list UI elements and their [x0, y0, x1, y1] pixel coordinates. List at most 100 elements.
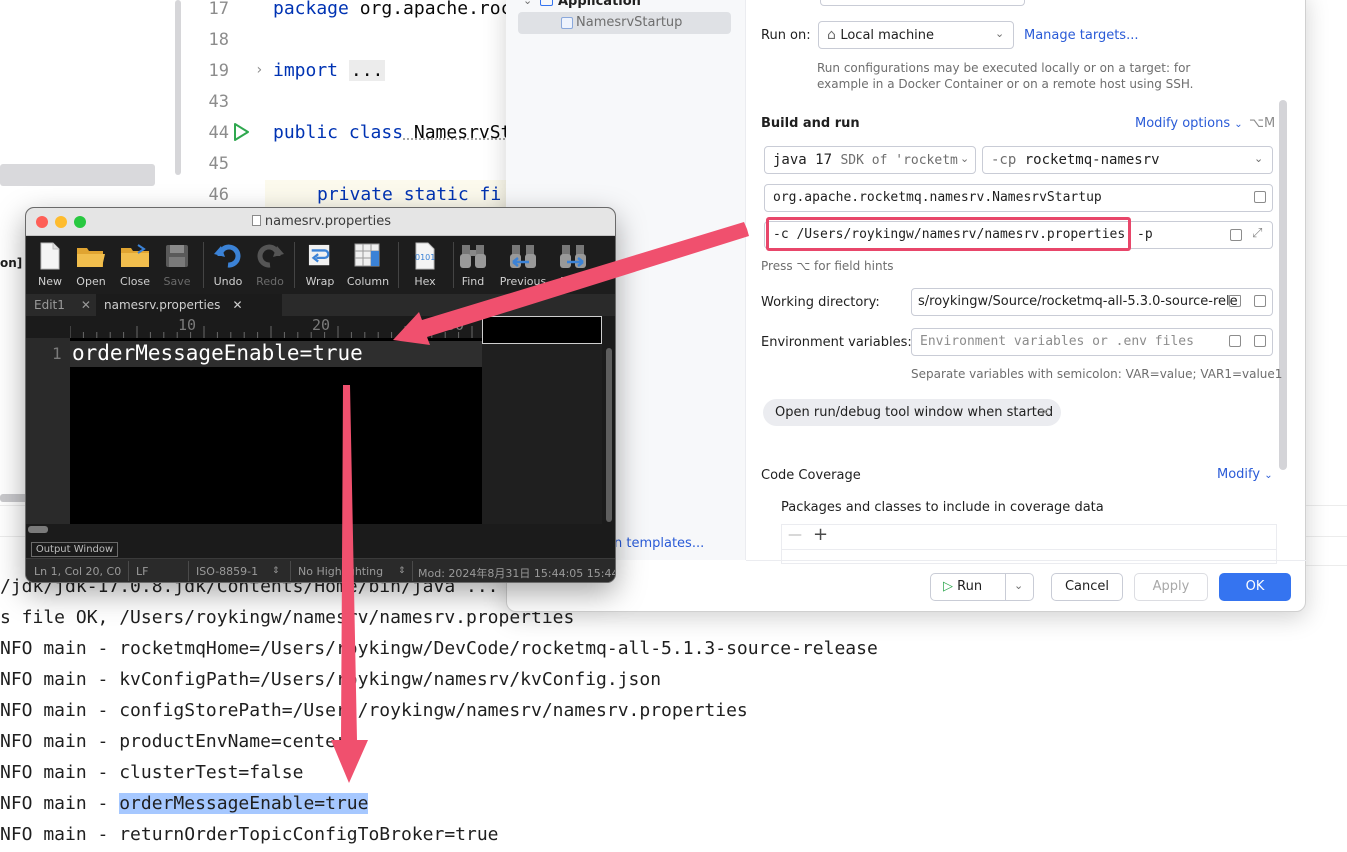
find-button[interactable]: Find	[451, 236, 495, 294]
highlighting-stepper-icon[interactable]: ⇕	[398, 566, 406, 576]
ok-button[interactable]: OK	[1219, 573, 1291, 601]
undo-label: Undo	[213, 275, 243, 288]
environment-variables-hint: Separate variables with semicolon: VAR=v…	[911, 367, 1283, 381]
find-previous-button[interactable]: Previous	[500, 236, 546, 294]
chevron-down-icon[interactable]: ⌄	[1014, 579, 1023, 592]
horizontal-scrollbar[interactable]	[28, 526, 48, 533]
expand-text-icon[interactable]	[1254, 295, 1266, 307]
find-next-button[interactable]: Next	[551, 236, 595, 294]
classpath-select[interactable]: -cp rocketmq-namesrv	[982, 146, 1273, 174]
console-line: NFO main - returnOrderTopicConfigToBroke…	[0, 824, 499, 845]
code-coverage-title: Code Coverage	[761, 468, 861, 483]
syntax-highlighting[interactable]: No Highlighting	[298, 565, 383, 578]
ruler-label: 30	[446, 316, 465, 334]
dialog-scrollbar[interactable]	[1279, 100, 1287, 470]
hex-button[interactable]: 0101 Hex	[403, 236, 447, 294]
chevron-down-icon: ⌄	[1264, 470, 1273, 481]
run-button-label: Run	[957, 579, 983, 594]
tab-namesrv-properties[interactable]: namesrv.properties ✕	[96, 294, 282, 316]
column-label: Column	[346, 275, 390, 288]
expand-text-icon[interactable]	[1230, 229, 1242, 241]
coverage-packages-list[interactable]	[781, 524, 1277, 564]
run-icon: ▷	[943, 579, 953, 594]
text-editor-window: namesrv.properties New Open Close Save U…	[25, 207, 616, 583]
cancel-button[interactable]: Cancel	[1051, 573, 1123, 601]
new-button[interactable]: New	[28, 236, 72, 294]
working-directory-field[interactable]: s/roykingw/Source/rocketmq-all-5.3.0-sou…	[911, 288, 1273, 316]
chevron-down-icon[interactable]: ⌄	[523, 0, 532, 7]
tab-close-icon[interactable]: ✕	[81, 298, 91, 312]
add-icon[interactable]: +	[813, 524, 828, 545]
console-line: NFO main - productEnvName=center	[0, 731, 347, 752]
toolbar-separator	[294, 242, 295, 288]
folder-open-icon	[77, 248, 105, 267]
console-prefix: NFO main -	[0, 793, 120, 814]
maximize-icon[interactable]: ⤢	[1252, 226, 1262, 241]
tab-edit1[interactable]: Edit1 ✕	[26, 294, 96, 316]
modify-options-link[interactable]: Modify options ⌄	[1135, 116, 1243, 131]
console-line: NFO main - kvConfigPath=/Users/roykingw/…	[0, 669, 662, 690]
redo-label: Redo	[256, 275, 284, 288]
editor-gutter	[26, 338, 70, 524]
run-on-hint: Run configurations may be executed local…	[817, 61, 1194, 91]
folder-icon[interactable]	[1229, 295, 1241, 307]
remove-icon[interactable]: —	[788, 527, 802, 543]
folder-close-icon	[121, 244, 149, 267]
console-highlighted-text[interactable]: orderMessageEnable=true	[119, 793, 369, 814]
ruler-label: 20	[312, 316, 331, 334]
tree-item-namesrvstartup[interactable]: NamesrvStartup	[576, 15, 682, 30]
hex-icon: 0101	[415, 242, 435, 270]
status-separator	[128, 561, 129, 581]
find-label: Find	[461, 275, 485, 288]
environment-variables-field[interactable]: Environment variables or .env files	[911, 328, 1273, 356]
tab-close-icon[interactable]: ✕	[232, 298, 242, 312]
chevron-down-icon[interactable]: ⌄	[1254, 152, 1263, 165]
tree-node-application[interactable]: Application	[558, 0, 641, 9]
field-hints: Press ⌥ for field hints	[761, 259, 894, 273]
chevron-down-icon[interactable]: ⌄	[958, 152, 972, 165]
column-ruler: 10 20 30	[26, 316, 482, 338]
name-field[interactable]	[820, 0, 1025, 6]
hex-label: Hex	[414, 275, 436, 288]
line-ending[interactable]: LF	[136, 565, 148, 578]
tab-label: namesrv.properties	[104, 298, 221, 312]
wrap-button[interactable]: Wrap	[298, 236, 342, 294]
ruler-label: 10	[178, 316, 197, 334]
document-icon	[251, 215, 261, 226]
jdk-select[interactable]: java 17 SDK of 'rocketm	[764, 146, 976, 174]
binoculars-icon	[460, 245, 486, 268]
encoding[interactable]: ISO-8859-1	[196, 565, 258, 578]
run-on-select[interactable]: ⌂ Local machine	[818, 21, 1014, 49]
save-button[interactable]: Save	[155, 236, 199, 294]
minimap[interactable]	[482, 316, 602, 524]
application-icon	[540, 0, 553, 6]
output-window-tab[interactable]: Output Window	[31, 542, 118, 557]
redo-button[interactable]: Redo	[248, 236, 292, 294]
program-arguments-tail: -p	[1137, 227, 1153, 242]
close-button[interactable]: Close	[113, 236, 157, 294]
chevron-down-icon[interactable]: ⌄	[995, 27, 1004, 40]
apply-button[interactable]: Apply	[1134, 573, 1208, 601]
expand-text-icon[interactable]	[1254, 335, 1266, 347]
coverage-modify-link[interactable]: Modify ⌄	[1217, 467, 1273, 482]
undo-button[interactable]: Undo	[206, 236, 250, 294]
new-file-icon	[40, 242, 60, 270]
classpath-flag: -cp	[991, 152, 1017, 168]
column-button[interactable]: Column	[346, 236, 390, 294]
browse-class-icon[interactable]	[1254, 191, 1266, 203]
minimap-viewport[interactable]	[482, 316, 602, 344]
tab-label: Edit1	[34, 298, 65, 312]
edit-templates-link[interactable]: n templates...	[614, 536, 704, 551]
folder-icon[interactable]	[1229, 335, 1241, 347]
console-line: NFO main - orderMessageEnable=true	[0, 793, 369, 814]
open-button[interactable]: Open	[69, 236, 113, 294]
open-tool-window-option[interactable]: Open run/debug tool window when started	[763, 399, 1061, 426]
text-line[interactable]: orderMessageEnable=true	[72, 341, 363, 365]
main-class-field[interactable]: org.apache.rocketmq.namesrv.NamesrvStart…	[764, 184, 1273, 212]
vertical-scrollbar[interactable]	[606, 348, 612, 522]
close-icon[interactable]: ✕	[1040, 405, 1050, 419]
manage-targets-link[interactable]: Manage targets...	[1024, 28, 1138, 43]
redo-icon	[257, 244, 284, 268]
encoding-stepper-icon[interactable]: ⇕	[272, 566, 280, 576]
editor-tab-bar: Edit1 ✕ namesrv.properties ✕	[26, 294, 615, 316]
